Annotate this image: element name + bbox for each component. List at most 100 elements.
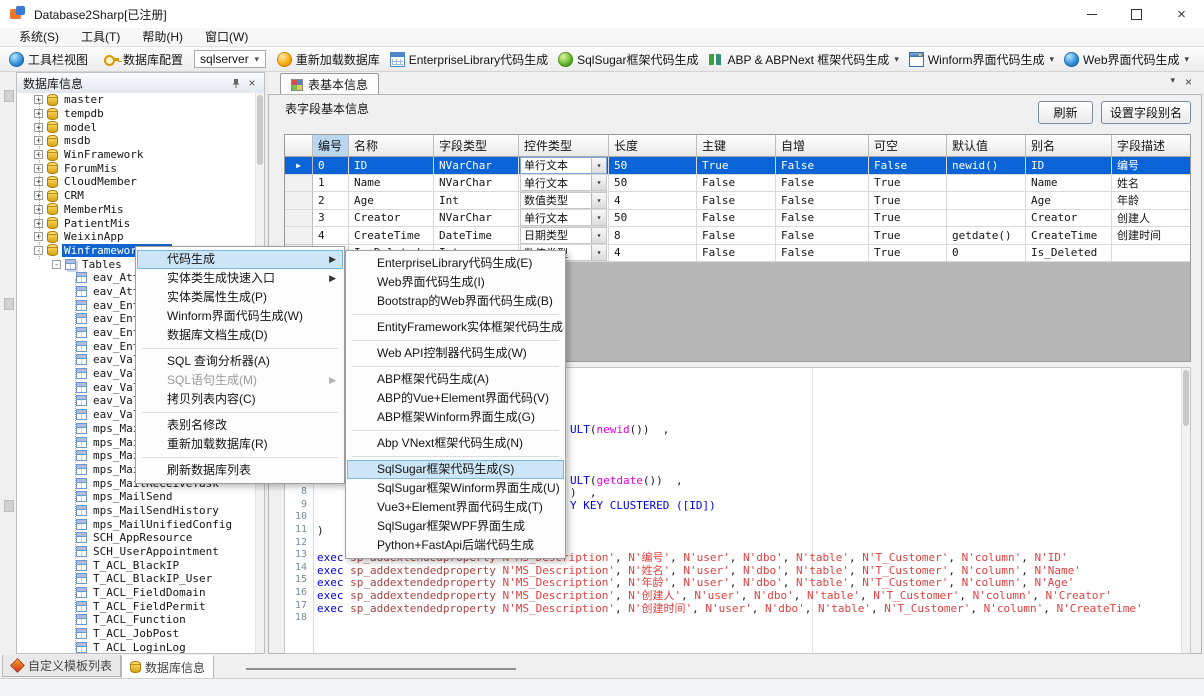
autohide-tab[interactable] <box>4 90 14 102</box>
code-gen-submenu-item[interactable]: SqlSugar框架代码生成(S) <box>347 460 564 479</box>
code-gen-submenu-item[interactable]: Vue3+Element界面代码生成(T) <box>347 498 564 517</box>
grid-cell[interactable]: 4 <box>609 192 697 210</box>
grid-cell[interactable]: Creator <box>349 210 434 228</box>
grid-cell[interactable]: False <box>776 175 869 193</box>
grid-cell[interactable]: False <box>776 192 869 210</box>
toolbar-button-key[interactable]: 数据库配置 <box>99 49 188 70</box>
combo-arrow-icon[interactable]: ▾ <box>591 193 606 208</box>
context-menu-item[interactable]: 刷新数据库列表 <box>137 461 343 480</box>
tree-node-table[interactable]: SCH_AppResource <box>17 531 264 545</box>
editor-scrollbar-thumb[interactable] <box>1183 370 1189 426</box>
row-selector-cell[interactable] <box>285 227 313 245</box>
left-panel-tab-inactive[interactable]: 自定义模板列表 <box>2 655 121 677</box>
grid-cell[interactable]: Age <box>349 192 434 210</box>
grid-cell[interactable]: True <box>869 245 947 263</box>
grid-column-header[interactable]: 控件类型 <box>519 135 609 157</box>
grid-cell[interactable]: Int <box>434 192 519 210</box>
code-gen-submenu-item[interactable]: ABP的Vue+Element界面代码(V) <box>347 389 564 408</box>
grid-cell[interactable]: 2 <box>313 192 349 210</box>
grid-cell[interactable]: 50 <box>609 157 697 175</box>
grid-cell[interactable]: ID <box>1026 157 1112 175</box>
grid-cell[interactable] <box>1112 245 1191 263</box>
context-menu-item[interactable]: 实体类属性生成(P) <box>137 288 343 307</box>
combo-arrow-icon[interactable]: ▾ <box>591 228 606 243</box>
grid-column-header[interactable]: 主键 <box>697 135 776 157</box>
grid-cell[interactable]: DateTime <box>434 227 519 245</box>
menubar-item[interactable]: 系统(S) <box>8 28 70 47</box>
grid-cell[interactable]: False <box>697 210 776 228</box>
grid-cell[interactable]: CreateTime <box>349 227 434 245</box>
grid-cell[interactable]: False <box>869 157 947 175</box>
context-menu-item[interactable]: 数据库文档生成(D) <box>137 326 343 345</box>
minimize-button[interactable] <box>1069 0 1114 28</box>
toolbar-button-sqlsugar[interactable]: SqlSugar框架代码生成 <box>553 49 703 70</box>
code-gen-submenu-item[interactable]: ABP框架代码生成(A) <box>347 370 564 389</box>
grid-cell[interactable]: True <box>869 210 947 228</box>
grid-cell[interactable]: 编号 <box>1112 157 1191 175</box>
toolbar-button-exit[interactable]: 退出 <box>1200 49 1204 70</box>
autohide-tab[interactable] <box>4 500 14 512</box>
tree-node-table[interactable]: T_ACL_FieldDomain <box>17 586 264 600</box>
grid-cell[interactable] <box>947 175 1026 193</box>
grid-cell[interactable]: 年龄 <box>1112 192 1191 210</box>
code-gen-submenu-item[interactable]: ABP框架Winform界面生成(G) <box>347 408 564 427</box>
grid-cell[interactable]: 50 <box>609 175 697 193</box>
grid-cell[interactable]: Age <box>1026 192 1112 210</box>
grid-column-header[interactable]: 别名 <box>1026 135 1112 157</box>
code-gen-submenu-item[interactable]: EntityFramework实体框架代码生成(F) <box>347 318 564 337</box>
tree-node-database[interactable]: +ForumMis <box>17 161 264 175</box>
control-type-combo[interactable]: 日期类型▾ <box>520 227 607 244</box>
grid-cell[interactable]: 0 <box>947 245 1026 263</box>
control-type-combo[interactable]: 数值类型▾ <box>520 192 607 209</box>
tree-node-table[interactable]: T_ACL_Function <box>17 613 264 627</box>
grid-cell[interactable]: 单行文本▾ <box>519 157 609 175</box>
tree-node-database[interactable]: +WeixinApp <box>17 230 264 244</box>
context-menu-item[interactable]: SQL语句生成(M)▶ <box>137 371 343 390</box>
tree-node-database[interactable]: +master <box>17 93 264 107</box>
grid-column-header[interactable]: 字段类型 <box>434 135 519 157</box>
collapse-icon[interactable]: - <box>52 260 61 269</box>
grid-cell[interactable]: 1 <box>313 175 349 193</box>
grid-cell[interactable]: 单行文本▾ <box>519 210 609 228</box>
grid-column-header[interactable]: 名称 <box>349 135 434 157</box>
grid-cell[interactable]: 创建人 <box>1112 210 1191 228</box>
grid-cell[interactable] <box>947 192 1026 210</box>
tree-scrollbar-thumb[interactable] <box>257 95 263 165</box>
toolbar-button-refresh-db[interactable]: 重新加载数据库 <box>272 49 385 70</box>
grid-cell[interactable]: Is_Deleted <box>1026 245 1112 263</box>
grid-cell[interactable]: 日期类型▾ <box>519 227 609 245</box>
maximize-button[interactable] <box>1114 0 1159 28</box>
grid-column-header[interactable]: 可空 <box>869 135 947 157</box>
toolbar-button-winform[interactable]: Winform界面代码生成▾ <box>904 49 1059 70</box>
grid-cell[interactable]: False <box>697 245 776 263</box>
tree-node-table[interactable]: mps_MailSend <box>17 490 264 504</box>
menubar-item[interactable]: 帮助(H) <box>131 28 194 47</box>
grid-cell[interactable]: 创建时间 <box>1112 227 1191 245</box>
code-gen-submenu-item[interactable]: Web界面代码生成(I) <box>347 273 564 292</box>
grid-cell[interactable]: False <box>776 157 869 175</box>
grid-cell[interactable]: True <box>869 175 947 193</box>
grid-cell[interactable]: True <box>869 192 947 210</box>
grid-cell[interactable]: True <box>869 227 947 245</box>
grid-cell[interactable]: 数值类型▾ <box>519 192 609 210</box>
grid-cell[interactable]: 单行文本▾ <box>519 175 609 193</box>
set-field-alias-button[interactable]: 设置字段别名 <box>1101 101 1191 124</box>
grid-cell[interactable]: 4 <box>609 245 697 263</box>
code-gen-submenu-item[interactable]: Bootstrap的Web界面代码生成(B) <box>347 292 564 311</box>
control-type-combo[interactable]: 单行文本▾ <box>520 157 607 174</box>
tree-node-database[interactable]: +msdb <box>17 134 264 148</box>
current-row-arrow-icon[interactable]: ▶ <box>285 157 313 175</box>
tree-node-table[interactable]: SCH_UserAppointment <box>17 545 264 559</box>
grid-cell[interactable]: NVarChar <box>434 210 519 228</box>
grid-cell[interactable]: 50 <box>609 210 697 228</box>
tree-node-table[interactable]: T_ACL_LoginLog <box>17 641 264 654</box>
control-type-combo[interactable]: 单行文本▾ <box>520 210 607 227</box>
grid-cell[interactable]: NVarChar <box>434 175 519 193</box>
grid-cell[interactable]: Name <box>1026 175 1112 193</box>
grid-cell[interactable]: Name <box>349 175 434 193</box>
context-menu-item[interactable]: 重新加载数据库(R) <box>137 435 343 454</box>
grid-cell[interactable]: 0 <box>313 157 349 175</box>
tree-node-table[interactable]: T_ACL_BlackIP_User <box>17 572 264 586</box>
tab-close-icon[interactable]: × <box>1185 75 1192 89</box>
tree-node-table[interactable]: mps_MailSendHistory <box>17 504 264 518</box>
